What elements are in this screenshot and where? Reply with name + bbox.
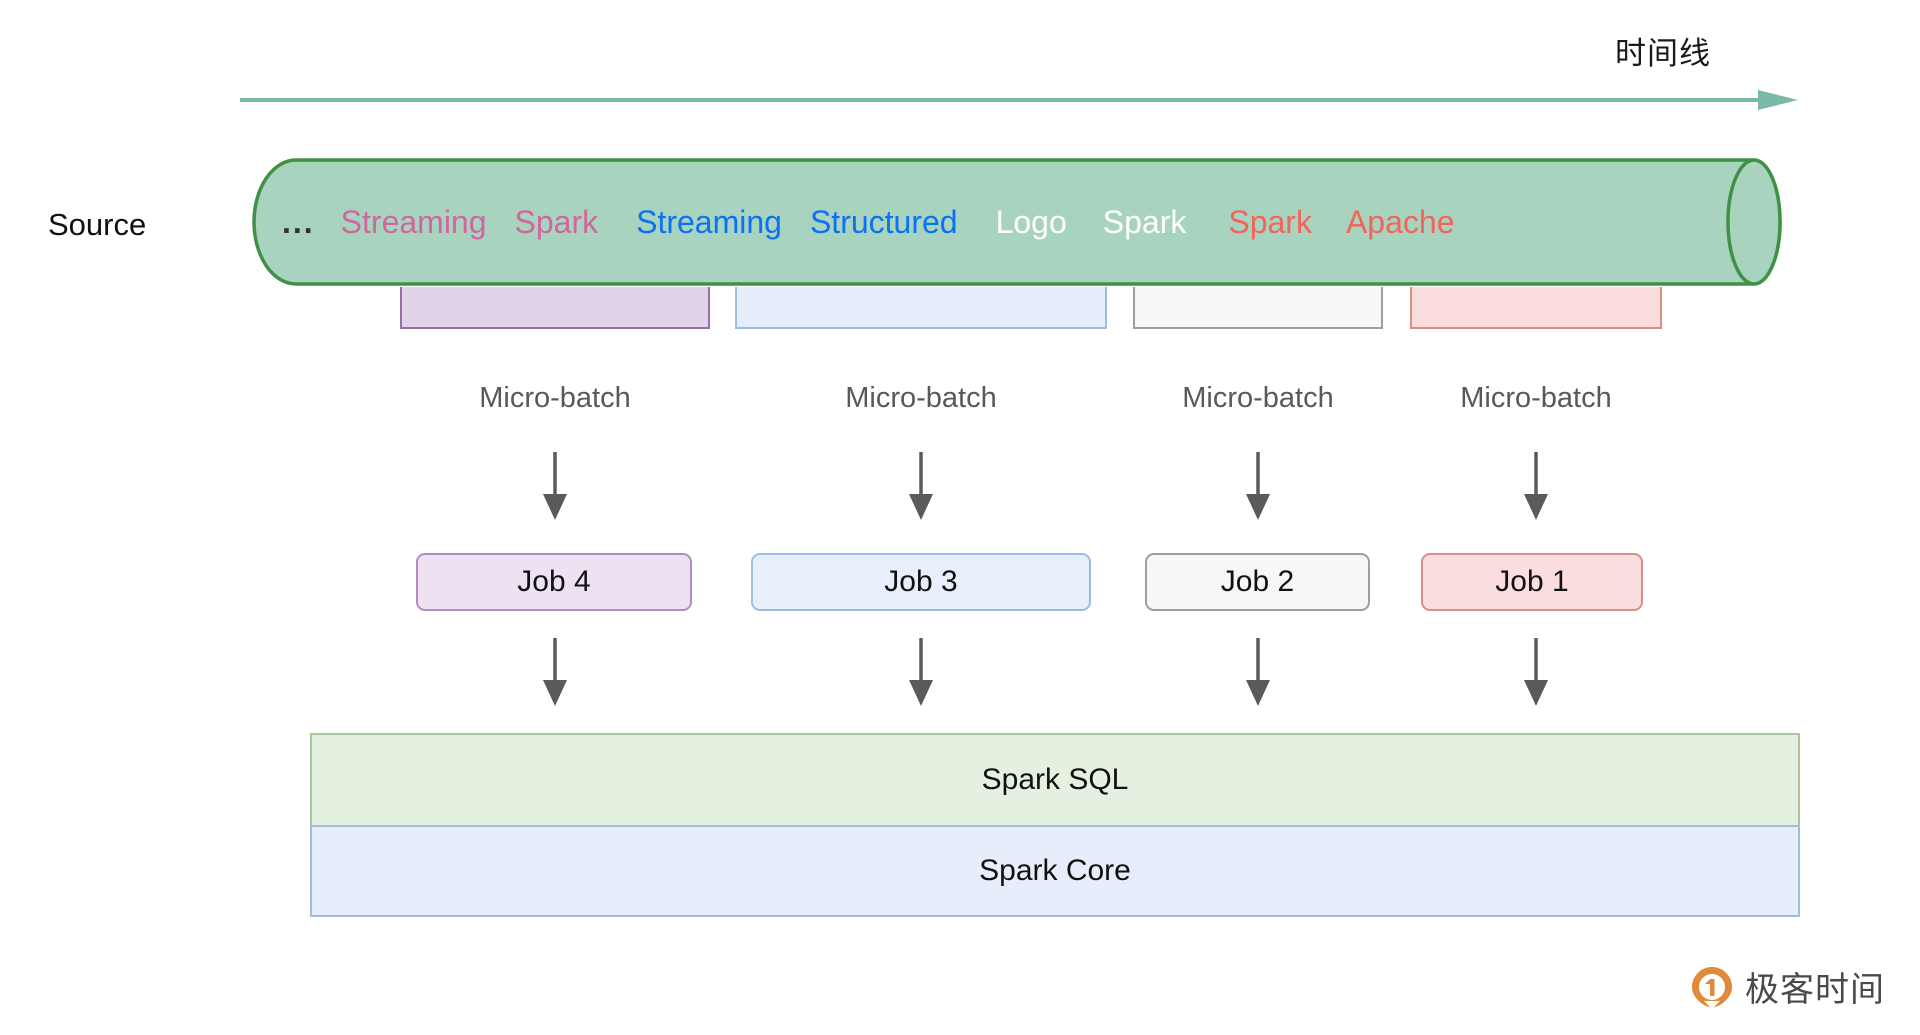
microbatch-label-4: Micro-batch (400, 382, 710, 415)
timeline-label: 时间线 (1615, 28, 1711, 73)
source-label: Source (48, 207, 146, 243)
geektime-logo-icon (1690, 965, 1734, 1009)
spark-sql-layer[interactable]: Spark SQL (310, 733, 1800, 825)
arrow-microbatch-to-job-3 (901, 452, 941, 522)
microbatch-strip-4 (400, 287, 710, 329)
arrow-microbatch-to-job-4 (535, 452, 575, 522)
job-box-4[interactable]: Job 4 (416, 553, 692, 611)
watermark: 极客时间 (1690, 962, 1885, 1011)
microbatch-label-2: Micro-batch (1133, 382, 1383, 415)
arrow-job-to-sparksql-4 (535, 638, 575, 708)
job-box-2[interactable]: Job 2 (1145, 553, 1370, 611)
arrow-job-to-sparksql-1 (1516, 638, 1556, 708)
arrow-job-to-sparksql-2 (1238, 638, 1278, 708)
source-cylinder (252, 158, 1800, 286)
diagram-canvas: 时间线 Source ... Streaming Spark Streaming… (0, 0, 1920, 1035)
microbatch-strip-3 (735, 287, 1107, 329)
arrow-microbatch-to-job-1 (1516, 452, 1556, 522)
job-box-1[interactable]: Job 1 (1421, 553, 1643, 611)
microbatch-label-1: Micro-batch (1410, 382, 1662, 415)
microbatch-label-3: Micro-batch (735, 382, 1107, 415)
watermark-text: 极客时间 (1745, 962, 1885, 1011)
timeline-arrow-icon (240, 88, 1800, 112)
microbatch-strip-2 (1133, 287, 1383, 329)
microbatch-strip-1 (1410, 287, 1662, 329)
spark-core-layer[interactable]: Spark Core (310, 825, 1800, 917)
arrow-job-to-sparksql-3 (901, 638, 941, 708)
arrow-microbatch-to-job-2 (1238, 452, 1278, 522)
job-box-3[interactable]: Job 3 (751, 553, 1091, 611)
